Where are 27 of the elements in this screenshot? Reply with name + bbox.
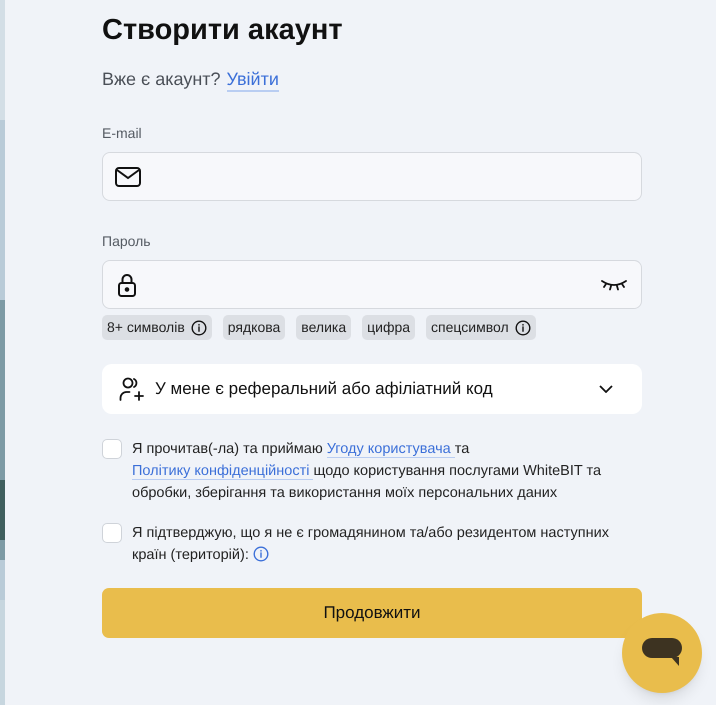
policy-link[interactable]: Угоду користувача [326,441,455,458]
requirement-chip: велика [296,315,352,340]
requirement-chip: цифра [362,315,416,340]
consent-text: Я підтверджую, що я не є громадянином та/або резидентом наступних країн (територій): [132,524,610,565]
email-field[interactable] [102,152,642,201]
requirement-chip: рядкова [222,315,286,340]
envelope-icon [115,166,141,186]
info-icon[interactable] [514,320,531,336]
page-title: Створити акаунт [102,13,344,48]
add-user-icon [119,376,145,402]
login-prompt: Вже є акаунт? [102,68,221,91]
info-icon[interactable] [190,320,207,336]
field-label: E-mail [102,124,143,143]
closed-eye-icon[interactable] [601,278,627,290]
password-field[interactable] [102,260,642,309]
referral-dropdown[interactable]: У мене є реферальний або афіліатний код [102,364,642,414]
field-label: Пароль [102,232,152,251]
chevron-icon [599,385,613,393]
consent-text: Я прочитав(-ла) та приймаю Угоду користувача та Політику конфіденційності щодо користування послугами WhiteBIT та обробки, зберігання та використання моїх персональних даних [132,440,602,503]
checkbox[interactable] [102,523,122,543]
policy-link[interactable]: Політику конфіденційності [132,463,314,480]
login-link[interactable]: Увійти [226,68,279,92]
lock-icon [117,272,137,296]
requirement-chip: 8+ символів [102,315,212,340]
continue-button[interactable]: Продовжити [102,588,642,638]
requirement-chip: спецсимвол [426,315,536,340]
checkbox[interactable] [102,439,122,459]
